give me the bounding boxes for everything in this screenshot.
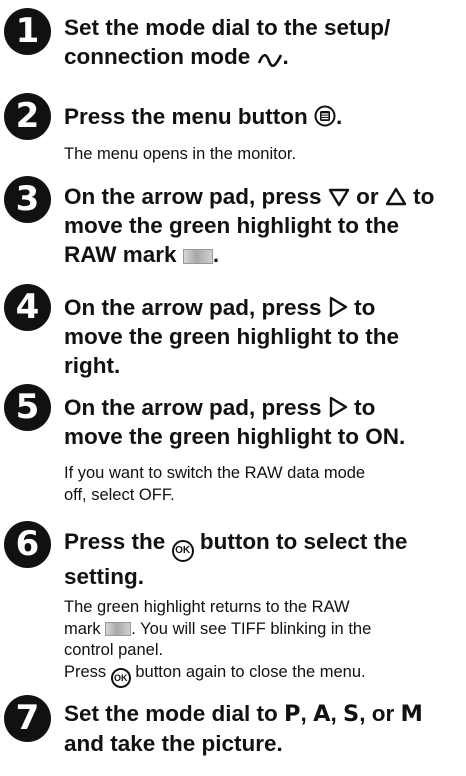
step-6-heading: Press the OK button to select the settin… xyxy=(64,529,408,589)
ok-button-icon: OK xyxy=(171,540,194,562)
step-6-note: The green highlight returns to the RAW m… xyxy=(64,597,456,688)
mode-s: S xyxy=(343,701,360,727)
step-number-2: 2 xyxy=(4,93,51,140)
step-5-note: If you want to switch the RAW data mode … xyxy=(64,464,366,504)
step-4-heading: On the arrow pad, press to move the gree… xyxy=(64,295,400,378)
triangle-right-icon xyxy=(329,396,348,418)
step-number-4: 4 xyxy=(4,284,51,331)
step-5-heading: On the arrow pad, press to move the gree… xyxy=(64,395,406,449)
step-2-heading: Press the menu button . xyxy=(64,104,343,129)
step-1-heading: Set the mode dial to the setup/ connecti… xyxy=(64,15,391,69)
step-number-5: 5 xyxy=(4,384,51,431)
raw-mark-icon xyxy=(182,249,213,264)
step-number-1: 1 xyxy=(4,8,51,55)
wave-icon xyxy=(257,53,282,67)
ok-button-icon: OK xyxy=(110,667,131,688)
menu-button-icon xyxy=(314,105,336,127)
mode-m: M xyxy=(400,701,423,727)
raw-mark-icon xyxy=(105,621,132,636)
step-7-heading: Set the mode dial to P, A, S, or M and t… xyxy=(64,701,423,756)
mode-a: A xyxy=(313,701,331,727)
step-2-note: The menu opens in the monitor. xyxy=(64,145,297,163)
triangle-down-icon xyxy=(328,188,350,207)
step-number-3: 3 xyxy=(4,176,51,223)
triangle-up-icon xyxy=(385,187,407,206)
step-number-6: 6 xyxy=(4,521,51,568)
step-number-7: 7 xyxy=(4,695,51,742)
triangle-right-icon xyxy=(329,296,348,318)
step-3-heading: On the arrow pad, press or to move the g… xyxy=(64,184,435,267)
mode-p: P xyxy=(284,701,301,727)
